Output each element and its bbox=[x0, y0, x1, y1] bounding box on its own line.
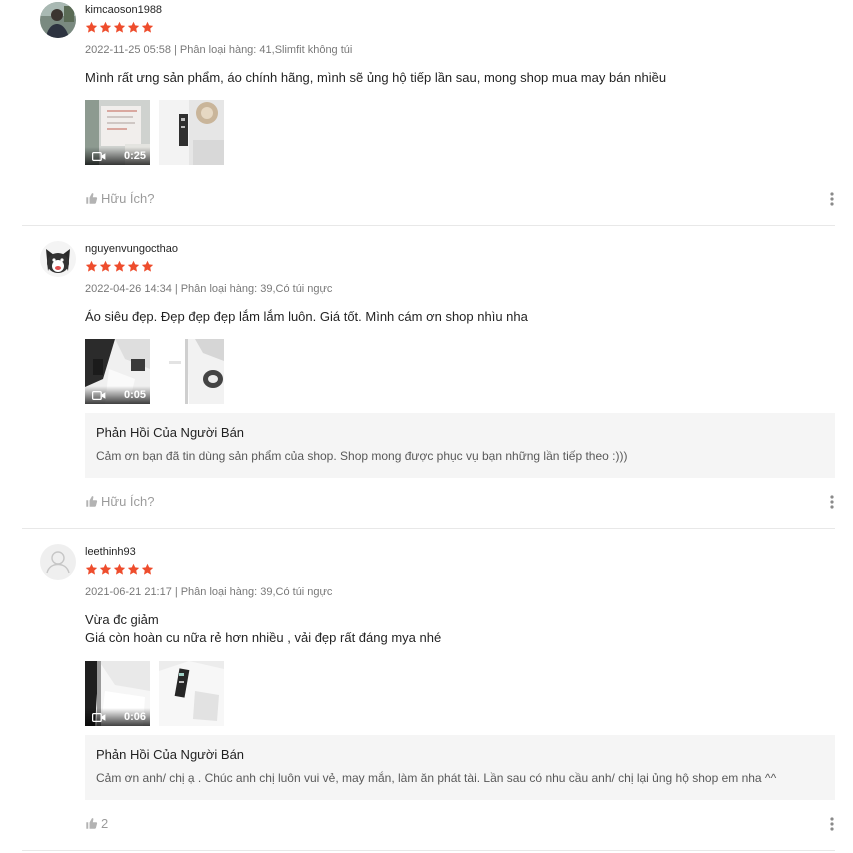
review-video-thumbnail[interactable]: 0:25 bbox=[85, 100, 150, 165]
video-overlay: 0:25 bbox=[85, 147, 150, 165]
user-photo-icon bbox=[40, 2, 76, 38]
review-date: 2021-06-21 21:17 bbox=[85, 586, 172, 598]
video-camera-icon bbox=[92, 713, 106, 722]
video-overlay: 0:06 bbox=[85, 708, 150, 726]
rating-stars bbox=[85, 21, 154, 34]
video-camera-icon bbox=[92, 152, 106, 161]
avatar[interactable] bbox=[40, 241, 76, 277]
product-variation: Phân loại hàng: 41,Slimfit không túi bbox=[179, 44, 353, 56]
star-icon bbox=[113, 563, 126, 576]
review-meta: 2022-04-26 14:34 | Phân loại hàng: 39,Có t… bbox=[85, 283, 332, 295]
review-meta: 2022-11-25 05:58 | Phân loại hàng: 41,Slim… bbox=[85, 44, 352, 56]
review-media: 0:25 bbox=[85, 100, 224, 165]
review-actions: Hữu Ích? bbox=[85, 191, 835, 207]
review-item: nguyenvungocthao 2022-04-26 14:34 | Phân l… bbox=[22, 226, 835, 529]
star-icon bbox=[85, 21, 98, 34]
review-photo bbox=[159, 339, 224, 404]
helpful-button[interactable]: Hữu Ích? bbox=[85, 191, 155, 206]
product-variation: Phân loại hàng: 39,Có túi ngực bbox=[180, 586, 333, 598]
review-meta: 2021-06-21 21:17 | Phân loại hàng: 39,Có t… bbox=[85, 586, 332, 598]
seller-reply-title: Phản Hồi Của Người Bán bbox=[96, 747, 245, 762]
review-image-thumbnail[interactable] bbox=[159, 100, 224, 165]
video-camera-icon bbox=[92, 391, 106, 400]
avatar[interactable] bbox=[40, 544, 76, 580]
meta-separator: | bbox=[174, 586, 178, 598]
username[interactable]: nguyenvungocthao bbox=[85, 243, 178, 255]
comment-line: Giá còn hoàn cu nữa rẻ hơn nhiều , vải đ… bbox=[85, 630, 442, 645]
review-image-thumbnail[interactable] bbox=[159, 339, 224, 404]
review-photo bbox=[159, 100, 224, 165]
star-icon bbox=[113, 21, 126, 34]
seller-reply: Phản Hồi Của Người Bán Cảm ơn anh/ chị ạ… bbox=[85, 735, 835, 800]
review-media: 0:05 bbox=[85, 339, 224, 404]
star-icon bbox=[99, 21, 112, 34]
video-duration: 0:25 bbox=[123, 150, 146, 162]
review-comment: Mình rất ưng sản phẩm, áo chính hãng, mì… bbox=[85, 69, 666, 87]
more-options-button[interactable] bbox=[829, 817, 835, 831]
review-date: 2022-04-26 14:34 bbox=[85, 283, 172, 295]
star-icon bbox=[99, 260, 112, 273]
star-icon bbox=[127, 260, 140, 273]
review-image-thumbnail[interactable] bbox=[159, 661, 224, 726]
meta-separator: | bbox=[174, 44, 177, 56]
seller-reply: Phản Hồi Của Người Bán Cảm ơn bạn đã tin… bbox=[85, 413, 835, 478]
thumbs-up-icon bbox=[85, 192, 98, 205]
review-item: kimcaoson1988 2022-11-25 05:58 | Phân loại… bbox=[22, 0, 835, 226]
review-item: leethinh93 2021-06-21 21:17 | Phân loại hà… bbox=[22, 529, 835, 851]
seller-reply-title: Phản Hồi Của Người Bán bbox=[96, 425, 245, 440]
helpful-button[interactable]: 2 bbox=[85, 816, 108, 831]
comment-line: Mình rất ưng sản phẩm, áo chính hãng, mì… bbox=[85, 70, 667, 85]
more-options-button[interactable] bbox=[829, 495, 835, 509]
review-media: 0:06 bbox=[85, 661, 224, 726]
star-icon bbox=[141, 563, 154, 576]
star-icon bbox=[113, 260, 126, 273]
rating-stars bbox=[85, 260, 154, 273]
review-actions: 2 bbox=[85, 816, 835, 832]
helpful-label: Hữu Ích? bbox=[101, 191, 155, 206]
star-icon bbox=[127, 563, 140, 576]
user-silhouette-icon bbox=[40, 544, 76, 580]
thumbs-up-icon bbox=[85, 495, 98, 508]
review-video-thumbnail[interactable]: 0:05 bbox=[85, 339, 150, 404]
more-vertical-icon bbox=[829, 192, 835, 206]
star-icon bbox=[127, 21, 140, 34]
username[interactable]: leethinh93 bbox=[85, 546, 136, 558]
seller-reply-text: Cảm ơn bạn đã tin dùng sản phẩm của shop… bbox=[96, 449, 628, 463]
video-overlay: 0:05 bbox=[85, 386, 150, 404]
helpful-button[interactable]: Hữu Ích? bbox=[85, 494, 155, 509]
review-video-thumbnail[interactable]: 0:06 bbox=[85, 661, 150, 726]
meta-separator: | bbox=[174, 283, 178, 295]
review-comment: Áo siêu đẹp. Đẹp đẹp đẹp lắm lắm luôn. G… bbox=[85, 308, 528, 326]
seller-reply-text: Cảm ơn anh/ chị ạ . Chúc anh chị luôn vu… bbox=[96, 771, 777, 785]
comment-line: Vừa đc giảm bbox=[85, 612, 159, 627]
star-icon bbox=[99, 563, 112, 576]
review-actions: Hữu Ích? bbox=[85, 494, 835, 510]
helpful-label: Hữu Ích? bbox=[101, 494, 155, 509]
product-variation: Phân loại hàng: 39,Có túi ngực bbox=[180, 283, 333, 295]
video-duration: 0:05 bbox=[123, 389, 146, 401]
helpful-count: 2 bbox=[101, 816, 109, 831]
thumbs-up-icon bbox=[85, 817, 98, 830]
review-photo bbox=[159, 661, 224, 726]
video-duration: 0:06 bbox=[123, 711, 146, 723]
review-date: 2022-11-25 05:58 bbox=[85, 44, 172, 56]
star-icon bbox=[141, 260, 154, 273]
star-icon bbox=[85, 260, 98, 273]
more-vertical-icon bbox=[829, 495, 835, 509]
review-comment: Vừa đc giảm Giá còn hoàn cu nữa rẻ hơn n… bbox=[85, 611, 441, 647]
username[interactable]: kimcaoson1988 bbox=[85, 4, 162, 16]
comment-line: Áo siêu đẹp. Đẹp đẹp đẹp lắm lắm luôn. G… bbox=[85, 309, 528, 324]
star-icon bbox=[141, 21, 154, 34]
rating-stars bbox=[85, 563, 154, 576]
user-photo-icon bbox=[40, 241, 76, 277]
more-options-button[interactable] bbox=[829, 192, 835, 206]
more-vertical-icon bbox=[829, 817, 835, 831]
star-icon bbox=[85, 563, 98, 576]
avatar[interactable] bbox=[40, 2, 76, 38]
